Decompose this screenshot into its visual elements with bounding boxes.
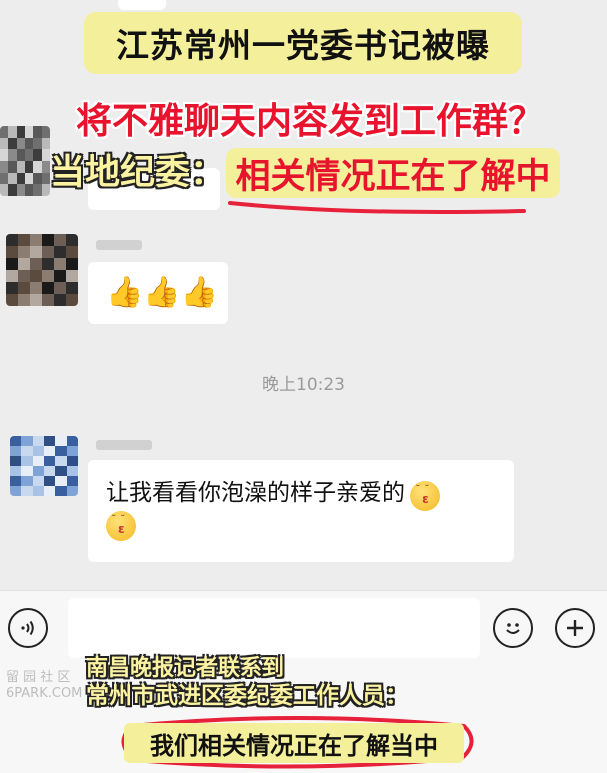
plus-icon bbox=[567, 620, 583, 636]
jiwei-statement: 相关情况正在了解中 bbox=[226, 148, 560, 198]
emoji-icon bbox=[506, 623, 520, 634]
watermark-line: 6PARK.COM bbox=[6, 686, 83, 701]
subheadline: 将不雅聊天内容发到工作群？ bbox=[75, 101, 544, 142]
add-button[interactable] bbox=[555, 608, 595, 648]
thumbs-up-icon: 👍👍👍 bbox=[106, 275, 219, 310]
message-bubble-thumbs[interactable]: 👍👍👍 bbox=[88, 262, 228, 324]
headline-banner: 江苏常州一党委书记被曝 bbox=[84, 12, 522, 74]
message-text: 让我看看你泡澡的样子亲爱的 bbox=[106, 480, 405, 506]
caption-line-2: 常州市武进区委纪委工作人员： bbox=[86, 683, 408, 709]
sender-name-blurred bbox=[96, 440, 152, 450]
red-underline-mark bbox=[228, 201, 526, 214]
kissing-face-emoji-icon bbox=[410, 480, 441, 511]
watermark: 留 园 社 区 6PARK.COM bbox=[6, 670, 82, 702]
message-bubble-text[interactable]: 让我看看你泡澡的样子亲爱的 bbox=[88, 460, 514, 562]
avatar-pixelated[interactable] bbox=[10, 436, 78, 496]
emoji-button[interactable] bbox=[493, 608, 533, 648]
watermark-line: 留 园 社 区 bbox=[6, 670, 71, 685]
caption-line-3: 我们相关情况正在了解当中 bbox=[124, 723, 464, 763]
voice-icon bbox=[21, 620, 34, 636]
avatar-pixelated[interactable] bbox=[6, 234, 78, 306]
voice-button[interactable] bbox=[8, 608, 48, 648]
sender-name-blurred bbox=[96, 240, 142, 250]
message-bubble-partial bbox=[118, 0, 166, 10]
message-input-field[interactable] bbox=[68, 598, 480, 658]
jiwei-label: 当地纪委： bbox=[50, 153, 226, 193]
chat-timestamp: 晚上10:23 bbox=[262, 375, 345, 395]
kissing-face-emoji-icon bbox=[106, 510, 136, 541]
